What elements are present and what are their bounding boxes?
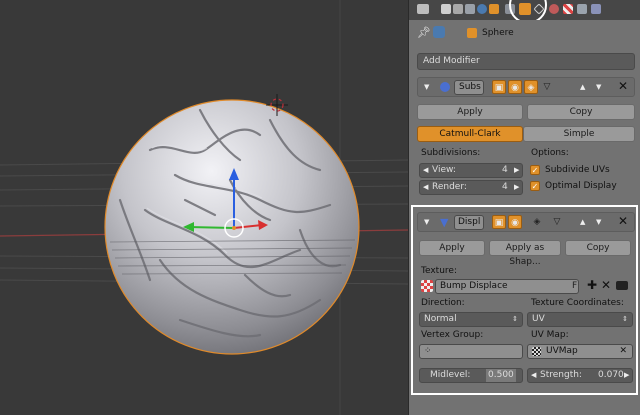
subdivisions-label: Subdivisions: [421, 148, 481, 158]
move-down-icon[interactable]: ▼ [596, 83, 601, 91]
collapse-arrow-icon[interactable]: ▼ [424, 83, 429, 91]
move-up-icon[interactable]: ▲ [580, 83, 585, 91]
properties-tab-bar [409, 0, 640, 24]
subsurf-copy-button[interactable]: Copy [527, 104, 635, 120]
render-levels-value: 4 [502, 182, 508, 192]
properties-panel: 📌︎ Sphere Add Modifier ▼ Subs ▣ ◉ ◈ ▽ ▲ … [408, 0, 640, 415]
view-toggle-icon[interactable] [417, 4, 429, 14]
subsurf-copy-label: Copy [569, 107, 593, 117]
options-label: Options: [531, 148, 569, 158]
object-cube-icon [467, 28, 477, 38]
view-levels-label: View: [432, 165, 456, 175]
add-modifier-dropdown[interactable]: Add Modifier [417, 53, 635, 70]
increment-arrow-icon[interactable]: ▶ [514, 181, 519, 194]
remove-modifier-icon[interactable]: ✕ [618, 79, 628, 93]
3d-viewport[interactable] [0, 0, 408, 415]
simple-toggle[interactable]: Simple [523, 126, 635, 142]
catmull-clark-label: Catmull-Clark [439, 129, 501, 139]
increment-arrow-icon[interactable]: ▶ [514, 164, 519, 177]
subdivide-uvs-checkbox[interactable]: ✓ [530, 165, 540, 175]
view-levels-value: 4 [502, 165, 508, 175]
texture-icon[interactable] [563, 4, 573, 14]
context-row: 📌︎ Sphere [409, 20, 640, 47]
viewport-eye-icon[interactable]: ◉ [508, 80, 522, 94]
optimal-display-checkbox[interactable]: ✓ [530, 181, 540, 191]
editmode-toggle-icon[interactable]: ◈ [524, 80, 538, 94]
decrement-arrow-icon[interactable]: ◀ [423, 181, 428, 194]
add-modifier-label: Add Modifier [423, 56, 480, 66]
viewport-scene [0, 0, 408, 415]
pin-icon[interactable]: 📌︎ [417, 26, 431, 39]
physics-icon[interactable] [591, 4, 601, 14]
render-levels-field[interactable]: ◀ Render: 4 ▶ [419, 180, 523, 195]
displace-highlight-box [411, 205, 638, 395]
material-icon[interactable] [549, 4, 559, 14]
optimal-display-label: Optimal Display [545, 181, 617, 191]
render-levels-label: Render: [432, 182, 467, 192]
render-icon[interactable] [441, 4, 451, 14]
y-axis-arrow [187, 226, 235, 229]
subsurf-apply-label: Apply [457, 107, 483, 117]
object-icon[interactable] [489, 4, 499, 14]
view-levels-field[interactable]: ◀ View: 4 ▶ [419, 163, 523, 178]
catmull-clark-toggle[interactable]: Catmull-Clark [417, 126, 523, 142]
subsurf-name: Subs [459, 82, 481, 92]
render-layers-icon[interactable] [453, 4, 463, 14]
subsurf-name-field[interactable]: Subs [454, 80, 484, 95]
object-name: Sphere [482, 28, 514, 38]
particles-icon[interactable] [577, 4, 587, 14]
decrement-arrow-icon[interactable]: ◀ [423, 164, 428, 177]
subdivide-uvs-label: Subdivide UVs [545, 165, 610, 175]
simple-label: Simple [563, 129, 595, 139]
subsurf-modifier-header: ▼ Subs ▣ ◉ ◈ ▽ ▲ ▼ ✕ [417, 77, 635, 97]
render-toggle-icon[interactable]: ▣ [492, 80, 506, 94]
scene-link-icon [433, 26, 445, 38]
world-icon[interactable] [477, 4, 487, 14]
subsurf-apply-button[interactable]: Apply [417, 104, 523, 120]
subsurf-type-icon [440, 82, 450, 92]
cage-toggle-icon[interactable]: ▽ [540, 80, 554, 94]
scene-icon[interactable] [465, 4, 475, 14]
